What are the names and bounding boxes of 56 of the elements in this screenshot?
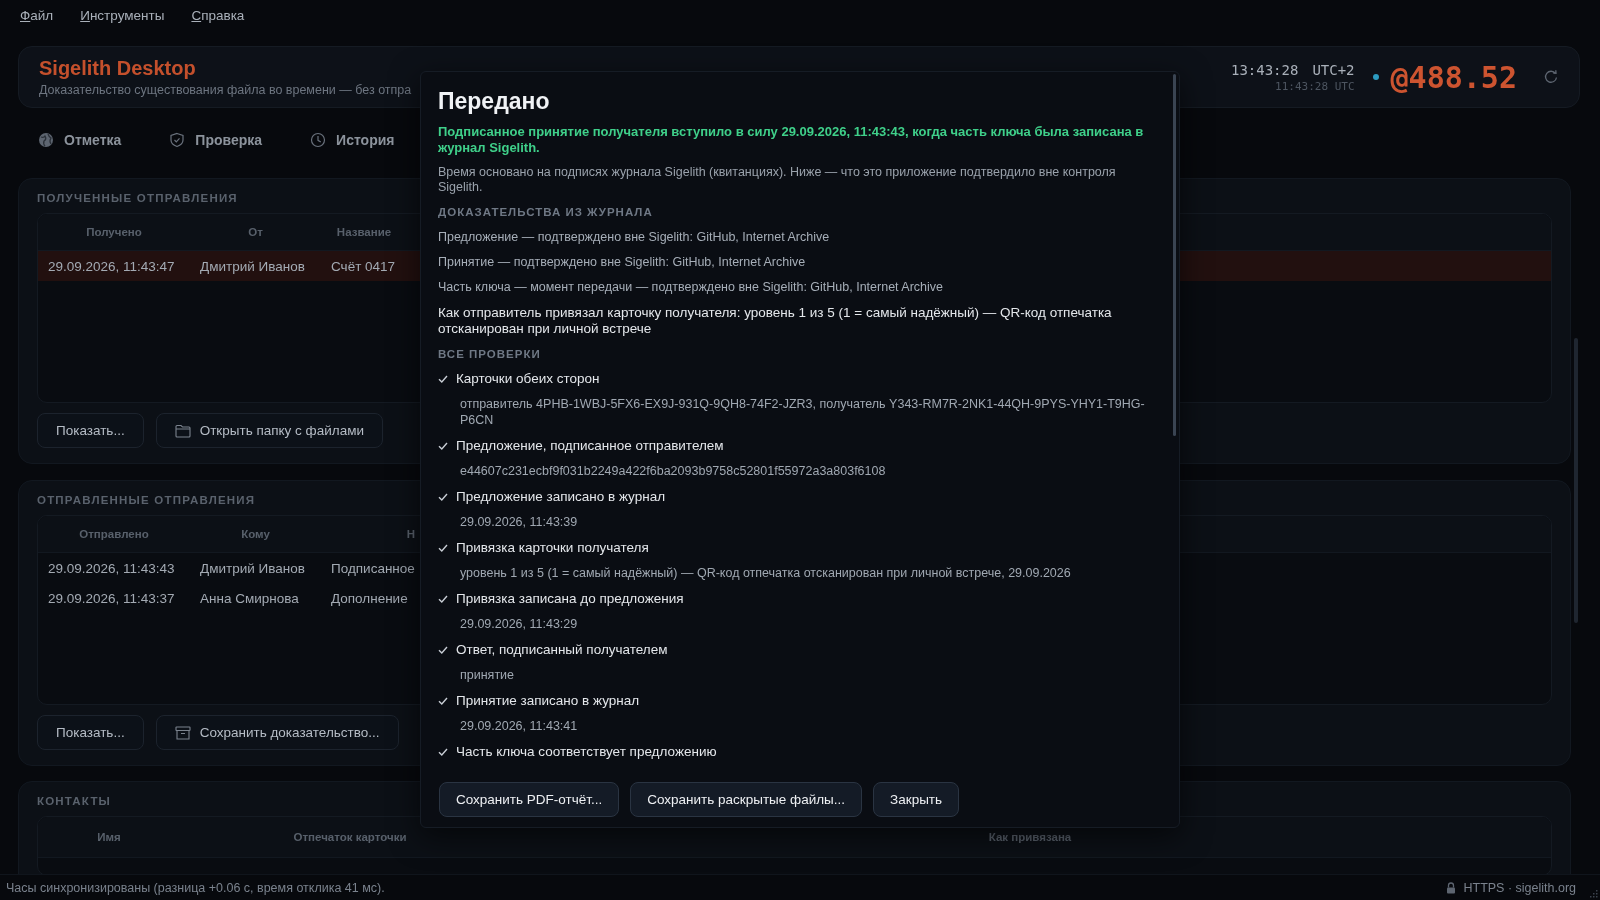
- column-header: Имя: [97, 831, 121, 843]
- evidence-line: Принятие — подтверждено вне Sigelith: GitHub, Internet Archive: [438, 254, 806, 271]
- check-detail: уровень 1 из 5 (1 = самый надёжный) — QR-код отпечатка отсканирован при личной встрече, 29.09.2026: [460, 565, 1071, 581]
- section-title: ПОЛУЧЕННЫЕ ОТПРАВЛЕНИЯ: [37, 191, 238, 205]
- utc-time: 11:43:28 UTC: [1275, 79, 1355, 93]
- dialog-title: Передано: [438, 87, 550, 115]
- check-label: Часть ключа соответствует предложению: [456, 744, 717, 759]
- evidence-line: Предложение — подтверждено вне Sigelith: GitHub, Internet Archive: [438, 229, 830, 246]
- column-header: От: [248, 226, 263, 238]
- section-heading: ВСЕ ПРОВЕРКИ: [438, 347, 541, 361]
- column-header: Кому: [241, 528, 270, 540]
- check-label: Привязка записана до предложения: [456, 591, 684, 606]
- check-label: Принятие записано в журнал: [456, 693, 640, 708]
- check-detail: e44607c231ecbf9f031b2249a422f6ba2093b9758c52801f55972a3a803f6108: [460, 463, 886, 479]
- table-cell-text: 29.09.2026, 11:43:37: [47, 590, 175, 606]
- table-cell-text: Счёт 0417: [330, 258, 396, 274]
- binding-text: Как отправитель привязал карточку получателя: уровень 1 из 5 (1 = самый надёжный) — QR-код отпечатка отсканирован при личной встрече: [438, 305, 1113, 337]
- time-zone: UTC+2: [1312, 61, 1355, 78]
- block-height: @488.52: [1390, 59, 1517, 95]
- tab-label: Отметка: [64, 132, 122, 148]
- check-label: Ответ, подписанный получателем: [456, 642, 668, 657]
- column-header: Н: [406, 528, 416, 540]
- column-header: Название: [336, 226, 392, 238]
- table-cell-text: 29.09.2026, 11:43:43: [47, 560, 175, 576]
- column-header: Отпечаток карточки: [293, 831, 407, 843]
- connection-label: HTTPS · sigelith.org: [1463, 880, 1576, 895]
- column-header: Как привязана: [988, 831, 1072, 843]
- status-message: Часы синхронизированы (разница +0.06 с, время отклика 41 мс).: [6, 880, 386, 895]
- check-detail: 29.09.2026, 11:43:39: [460, 514, 578, 530]
- section-title: ОТПРАВЛЕННЫЕ ОТПРАВЛЕНИЯ: [37, 493, 256, 507]
- check-detail: 29.09.2026, 11:43:29: [460, 616, 578, 632]
- table-cell-text: Дмитрий Иванов: [199, 258, 305, 274]
- table-cell-text: Дмитрий Иванов: [199, 560, 305, 576]
- check-detail: отправитель 4PHB-1WBJ-5FX6-EX9J-931Q-9QH8-74F2-JZR3, получатель Y343-RM7R-2NK1-44QH-9PYS-YHY1-T9HG-P6CN: [460, 396, 1146, 428]
- summary-text: Подписанное принятие получателя вступило в силу 29.09.2026, 11:43:43, когда часть ключа была записана в журнал Sigelith.: [438, 124, 1145, 156]
- column-header: Отправлено: [79, 528, 149, 540]
- section-heading: ДОКАЗАТЕЛЬСТВА ИЗ ЖУРНАЛА: [438, 205, 653, 219]
- table-cell-text: Дополнение: [330, 590, 408, 606]
- app-title: Sigelith Desktop: [39, 57, 197, 80]
- check-detail: 29.09.2026, 11:43:41: [460, 718, 578, 734]
- app-subtitle: Доказательство существования файла во времени — без отпра: [39, 83, 412, 97]
- local-time: 13:43:28: [1230, 61, 1299, 78]
- table-cell-text: 29.09.2026, 11:43:47: [47, 258, 175, 274]
- check-label: Карточки обеих сторон: [456, 371, 600, 386]
- check-label: Привязка карточки получателя: [456, 540, 649, 555]
- table-cell-text: Подписанное: [330, 560, 415, 576]
- evidence-line: Часть ключа — момент передачи — подтверждено вне Sigelith: GitHub, Internet Archive: [438, 279, 944, 296]
- column-header: Получено: [86, 226, 142, 238]
- tab-label: История: [336, 132, 395, 148]
- check-detail: принятие: [460, 667, 515, 683]
- check-label: Предложение записано в журнал: [456, 489, 666, 504]
- section-title: КОНТАКТЫ: [37, 794, 112, 808]
- tab-label: Проверка: [195, 132, 263, 148]
- note-text: Время основано на подписях журнала Sigelith (квитанциях). Ниже — что это приложение подтвердило вне контроля Sigelith.: [438, 165, 1117, 195]
- check-label: Предложение, подписанное отправителем: [456, 438, 724, 453]
- table-cell-text: Анна Смирнова: [199, 590, 299, 606]
